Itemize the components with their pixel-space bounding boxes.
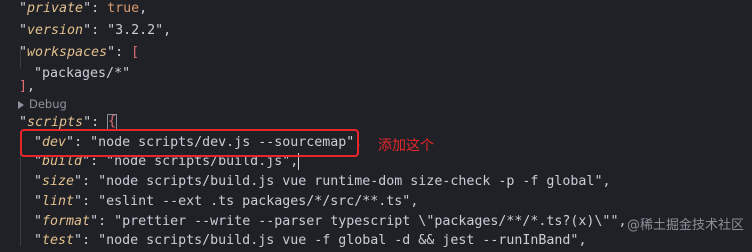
annotation-label: 添加这个 xyxy=(378,138,434,154)
code-line-script-size[interactable]: "size": "node scripts/build.js vue runti… xyxy=(34,171,610,193)
close-bracket: ] xyxy=(19,79,28,94)
json-value: packages/* xyxy=(42,66,123,81)
json-key: lint xyxy=(42,194,75,209)
code-line-script-test[interactable]: "test": "node scripts/build.js vue -f gl… xyxy=(34,230,586,252)
json-key: format xyxy=(42,214,91,229)
json-key: workspaces xyxy=(27,45,108,60)
open-brace: { xyxy=(107,114,118,130)
json-value: node scripts/build.js vue runtime-dom si… xyxy=(106,174,595,189)
code-line-script-lint[interactable]: "lint": "eslint --ext .ts packages/*/src… xyxy=(34,191,418,213)
json-key: size xyxy=(42,174,75,189)
code-line-workspaces[interactable]: "workspaces": [ xyxy=(19,42,139,64)
json-value: prettier --write --parser typescript \"p… xyxy=(122,214,611,229)
json-key: version xyxy=(27,23,84,38)
code-line-version[interactable]: "version": "3.2.2", xyxy=(19,20,171,42)
code-editor[interactable]: "private": true, "version": "3.2.2", "wo… xyxy=(0,0,752,248)
highlight-box xyxy=(20,129,359,157)
debug-codelens[interactable]: Debug xyxy=(18,95,67,113)
play-icon xyxy=(18,100,24,109)
watermark: @稀土掘金技术社区 xyxy=(626,218,744,233)
code-line-private[interactable]: "private": true, xyxy=(19,0,147,20)
open-bracket: [ xyxy=(131,45,140,60)
json-value: eslint --ext .ts packages/*/src/**.ts xyxy=(106,194,403,209)
code-line-workspace-item[interactable]: "packages/*" xyxy=(34,63,130,85)
json-value: 3.2.2 xyxy=(115,23,156,38)
json-key: scripts xyxy=(27,115,84,130)
json-value: true xyxy=(107,1,140,16)
debug-label: Debug xyxy=(29,97,67,111)
json-key: private xyxy=(27,1,84,16)
